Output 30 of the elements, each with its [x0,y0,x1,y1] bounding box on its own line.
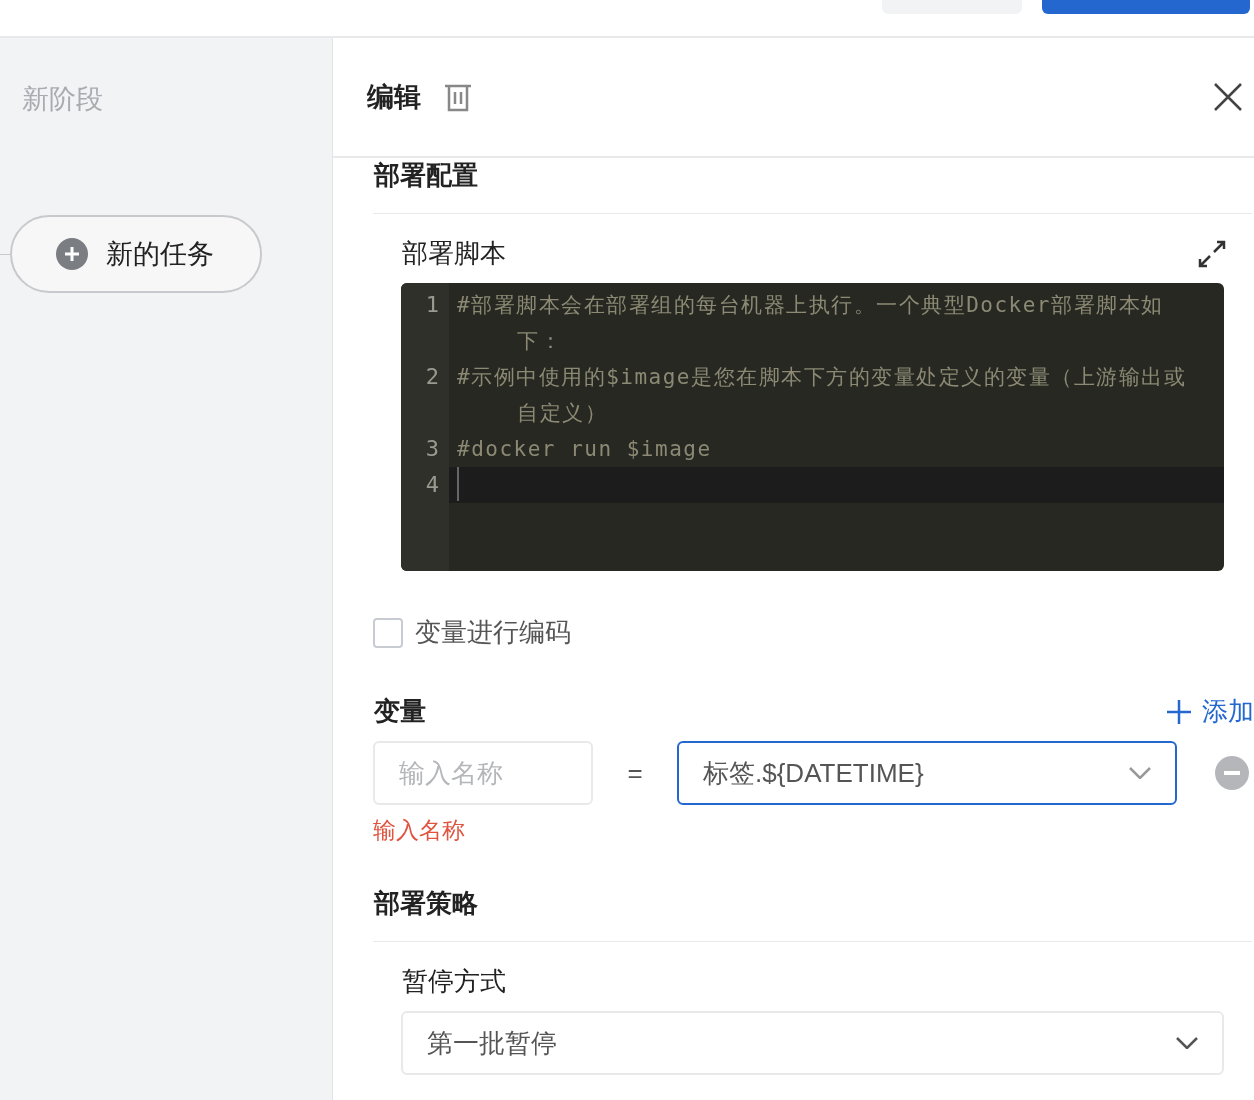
checkbox-label: 变量进行编码 [415,616,571,649]
plus-icon [1166,698,1192,725]
code-line: #部署脚本会在部署组的每台机器上执行。一个典型Docker部署脚本如下： [457,293,1164,353]
close-icon[interactable] [1214,83,1242,111]
chevron-down-icon [1176,1037,1198,1049]
chevron-down-icon [1129,767,1151,779]
trash-icon[interactable] [443,82,473,112]
equals-sign: = [626,757,644,789]
primary-button[interactable] [1042,0,1250,14]
error-message: 输入名称 [373,816,466,845]
field-label: 部署脚本 [401,237,506,270]
new-task-button[interactable]: 新的任务 [10,215,262,293]
name-input[interactable]: 输入名称 [373,741,593,805]
code-line: #docker run $image [457,437,712,461]
text-cursor [457,467,459,501]
section-heading: 部署策略 [373,887,479,920]
value-select[interactable]: 标签.${DATETIME} [677,741,1177,805]
checkbox[interactable] [373,617,403,648]
pause-mode-select[interactable]: 第一批暂停 [401,1011,1224,1075]
section-heading: 变量 [373,695,426,728]
code-editor[interactable]: 1 #部署脚本会在部署组的每台机器上执行。一个典型Docker部署脚本如下： 2 #示例中使用的$image是您在脚本下方的变量处定义的变量（上游输出或自定义） 3 #docker run $image 4 [401,283,1224,571]
add-link[interactable]: 添加 [1166,694,1254,729]
field-label: 暂停方式 [401,965,506,998]
remove-icon[interactable] [1215,756,1249,790]
stage-title: 新阶段 [21,83,104,116]
panel-title: 编辑 [367,81,421,114]
section-heading: 部署配置 [373,159,479,192]
expand-icon[interactable] [1198,239,1226,268]
code-line: #示例中使用的$image是您在脚本下方的变量处定义的变量（上游输出或自定义） [457,365,1186,425]
plus-circle-icon [56,238,88,270]
